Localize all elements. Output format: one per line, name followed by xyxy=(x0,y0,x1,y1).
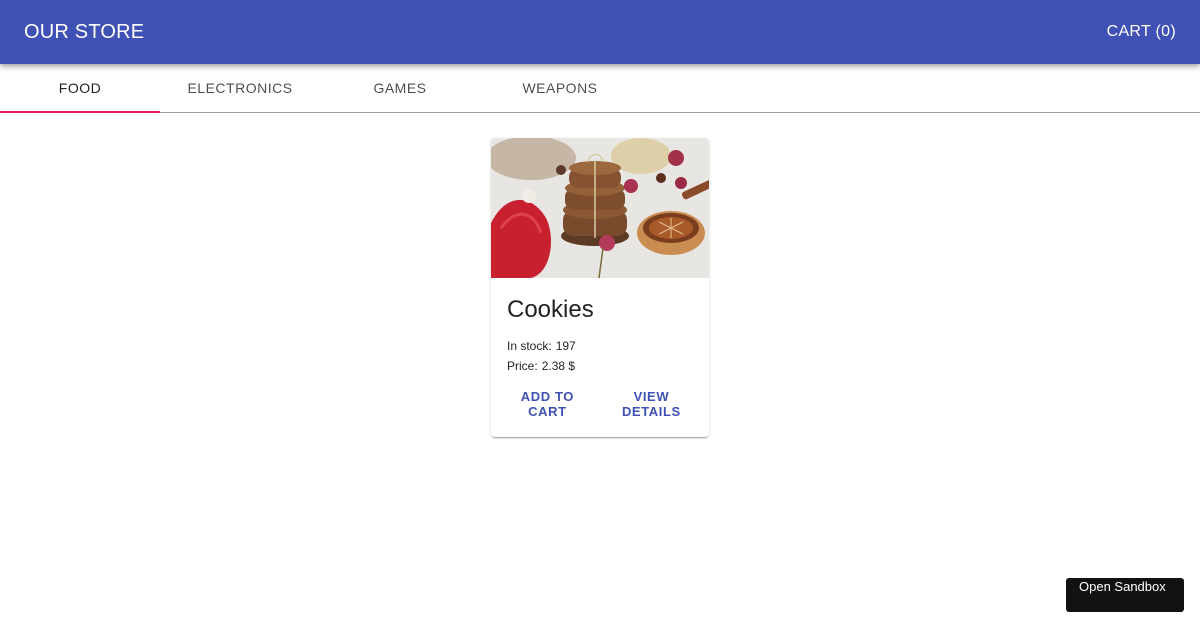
product-name: Cookies xyxy=(507,296,594,323)
price-label: Price: xyxy=(507,359,538,373)
add-to-cart-button[interactable]: ADD TO CART xyxy=(499,383,596,425)
product-card: Cookies In stock: 197 Price: 2.38 $ ADD … xyxy=(491,138,709,437)
stock-value: 197 xyxy=(555,339,576,353)
tab-games[interactable]: GAMES xyxy=(320,64,480,112)
app-bar: OUR STORE CART (0) xyxy=(0,0,1200,64)
card-actions: ADD TO CART VIEW DETAILS xyxy=(491,383,709,425)
price-value: 2.38 $ xyxy=(541,359,576,373)
stock-label: In stock: xyxy=(507,339,552,353)
category-tabs: FOOD ELECTRONICS GAMES WEAPONS xyxy=(0,64,1200,113)
price-row: Price: 2.38 $ xyxy=(507,356,693,376)
cart-button[interactable]: CART (0) xyxy=(1107,23,1176,41)
store-title: OUR STORE xyxy=(24,20,145,43)
product-image xyxy=(491,138,709,278)
open-sandbox-button[interactable]: Open Sandbox xyxy=(1066,578,1184,612)
tab-weapons[interactable]: WEAPONS xyxy=(480,64,640,112)
view-details-button[interactable]: VIEW DETAILS xyxy=(602,383,701,425)
stock-row: In stock: 197 xyxy=(507,336,693,356)
tab-food[interactable]: FOOD xyxy=(0,64,160,113)
tab-electronics[interactable]: ELECTRONICS xyxy=(160,64,320,112)
